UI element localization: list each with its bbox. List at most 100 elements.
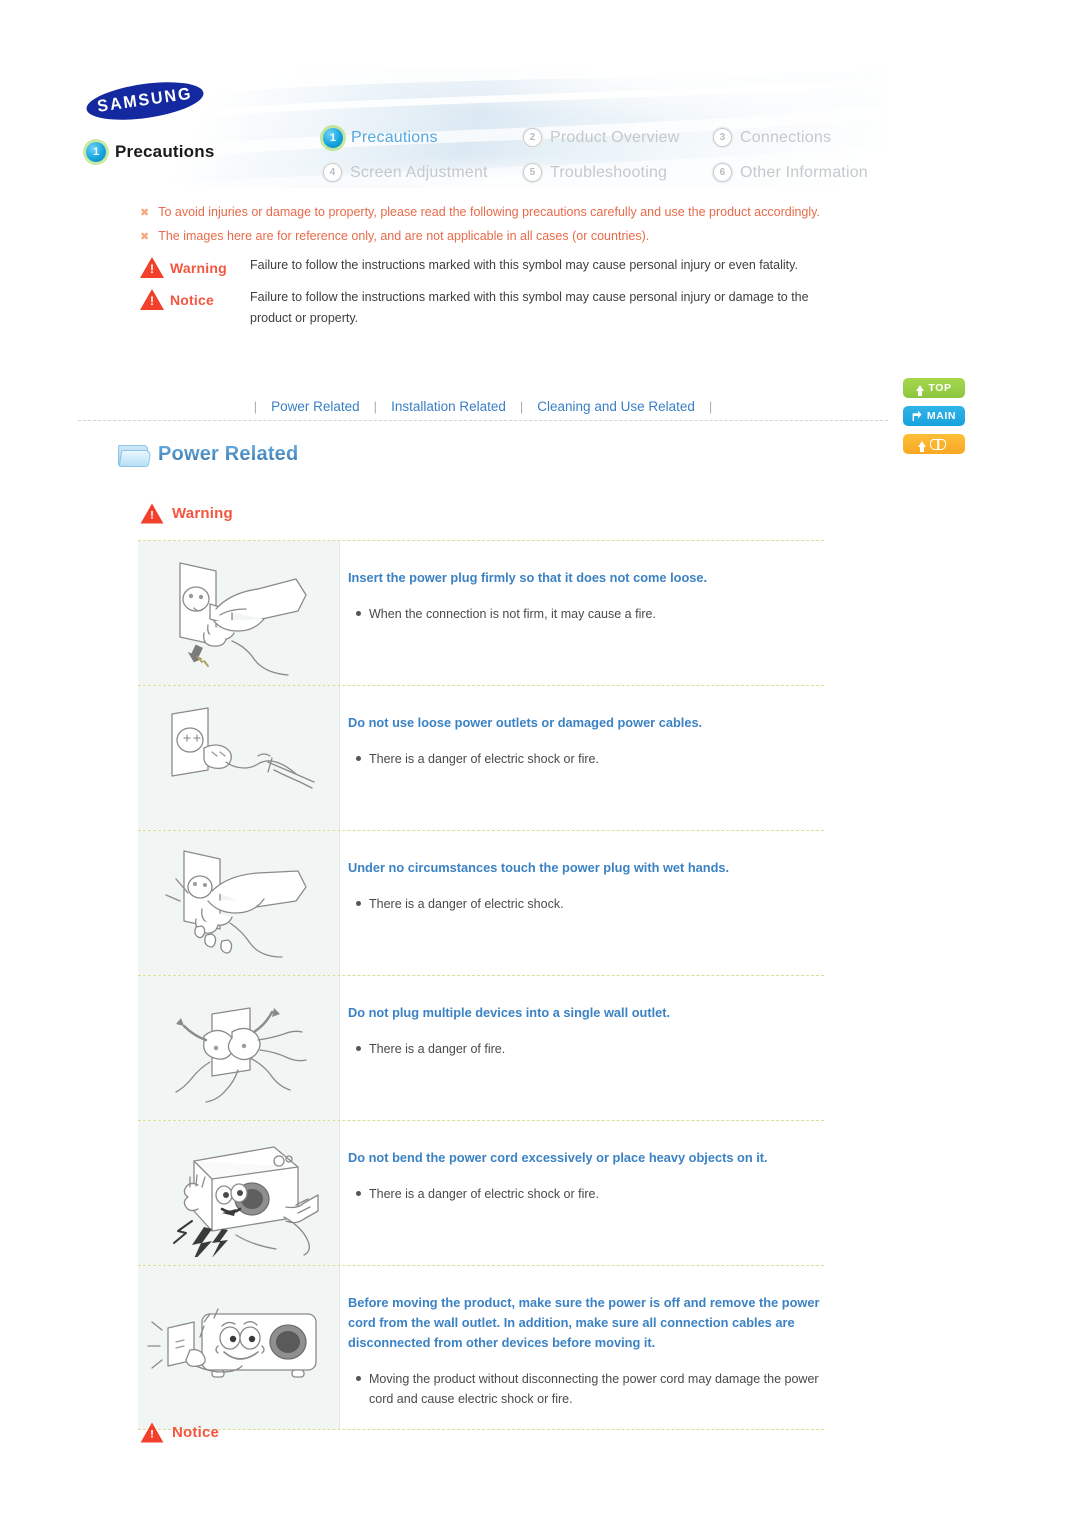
precaution-bullet: There is a danger of electric shock or f… [348,1184,824,1204]
nav-item-connections[interactable]: 3 Connections [713,128,888,147]
breadcrumb: 1 Precautions [86,142,215,162]
page-title: Precautions [115,142,215,161]
section-header-power-related: Power Related [118,443,299,467]
note-mark-icon: ✖ [140,207,150,219]
precaution-image-cell [138,1121,340,1265]
warning-section-label: Warning [172,505,233,522]
precaution-bullet: There is a danger of electric shock or f… [348,749,824,769]
notice-triangle-icon [140,289,164,310]
warning-description: Failure to follow the instructions marke… [250,258,798,272]
main-button-label: MAIN [926,410,957,422]
subnav-link-power-related[interactable]: Power Related [271,399,360,414]
arrow-up-icon [916,385,925,396]
arrow-main-icon [912,410,922,421]
intro-note-2: ✖ The images here are for reference only… [140,227,860,246]
unplug-projector-before-moving-icon [146,1284,331,1412]
notice-description: Failure to follow the instructions marke… [250,290,809,325]
intro-note-2-text: The images here are for reference only, … [158,229,650,243]
warning-section-header: Warning [140,503,233,524]
precaution-bullet-list: Moving the product without disconnecting… [348,1369,824,1409]
precaution-image-cell [138,541,340,685]
precaution-title: Before moving the product, make sure the… [348,1295,820,1350]
index-button[interactable] [903,434,965,454]
precaution-bullet-list: There is a danger of electric shock or f… [348,749,824,769]
warning-triangle-icon [140,503,164,524]
top-button[interactable]: TOP [903,378,965,398]
precaution-text-cell: Do not use loose power outlets or damage… [340,686,824,830]
symbol-legend-notice: Notice Failure to follow the instruction… [140,287,860,329]
multiple-plugs-single-outlet-icon [146,984,331,1112]
note-mark-icon: ✖ [140,231,150,243]
breadcrumb-number-badge: 1 [86,142,106,162]
precaution-title: Do not bend the power cord excessively o… [348,1150,768,1165]
nav-number-badge-4: 4 [323,163,342,182]
subnav-link-installation-related[interactable]: Installation Related [391,399,506,414]
precaution-text-cell: Do not plug multiple devices into a sing… [340,976,824,1120]
table-row: Do not bend the power cord excessively o… [138,1120,824,1265]
precaution-bullet: There is a danger of fire. [348,1039,824,1059]
precaution-bullet-list: When the connection is not firm, it may … [348,604,824,624]
subnav-separator: | [373,398,378,414]
nav-number-badge-6: 6 [713,163,732,182]
precaution-bullet: Moving the product without disconnecting… [348,1369,824,1409]
projector-on-bent-power-cord-icon [146,1129,331,1257]
warning-label: Warning [170,259,227,276]
nav-item-product-overview[interactable]: 2 Product Overview [523,128,713,147]
section-title: Power Related [158,443,299,465]
folder-icon [118,443,152,467]
nav-item-screen-adjustment[interactable]: 4 Screen Adjustment [323,163,523,182]
notice-label: Notice [170,291,214,308]
nav-number-badge-1: 1 [323,127,343,148]
nav-item-other-information[interactable]: 6 Other Information [713,163,888,182]
notice-section-label: Notice [172,1424,220,1441]
arrow-up-icon [918,441,926,452]
top-navigation: 1 Precautions 2 Product Overview 3 Conne… [323,120,888,188]
nav-label-precautions: Precautions [351,128,438,146]
table-row: Do not use loose power outlets or damage… [138,685,824,830]
subnav-divider [78,420,888,422]
precaution-title: Do not use loose power outlets or damage… [348,715,703,730]
warning-triangle-icon [140,257,164,278]
sub-navigation: | Power Related | Installation Related |… [78,396,888,416]
index-book-icon [930,438,946,450]
nav-number-badge-5: 5 [523,163,542,182]
subnav-separator: | [253,398,258,414]
wet-hand-touching-plug-icon [146,839,331,967]
precaution-image-cell [138,686,340,830]
top-button-label: TOP [928,382,952,394]
subnav-link-cleaning-and-use-related[interactable]: Cleaning and Use Related [537,399,695,414]
nav-label-other-information: Other Information [740,163,868,181]
table-row: Do not plug multiple devices into a sing… [138,975,824,1120]
precaution-title: Under no circumstances touch the power p… [348,860,730,875]
nav-label-connections: Connections [740,128,832,146]
main-button[interactable]: MAIN [903,406,965,426]
precaution-image-cell [138,831,340,975]
nav-number-badge-2: 2 [523,128,542,147]
notice-badge: Notice [140,287,238,310]
table-row: Under no circumstances touch the power p… [138,830,824,975]
precaution-title: Do not plug multiple devices into a sing… [348,1005,671,1020]
samsung-logo: SAMSUNG [84,75,206,127]
precaution-bullet-list: There is a danger of electric shock or f… [348,1184,824,1204]
nav-label-product-overview: Product Overview [550,128,680,146]
hand-inserting-plug-into-outlet-icon [146,549,331,677]
precaution-title: Insert the power plug firmly so that it … [348,570,708,585]
table-row: Before moving the product, make sure the… [138,1265,824,1430]
nav-item-troubleshooting[interactable]: 5 Troubleshooting [523,163,713,182]
precaution-text-cell: Insert the power plug firmly so that it … [340,541,824,685]
nav-label-troubleshooting: Troubleshooting [550,163,668,181]
precaution-text-cell: Do not bend the power cord excessively o… [340,1121,824,1265]
precaution-image-cell [138,1266,340,1429]
subnav-separator: | [708,398,713,414]
intro-notes: ✖ To avoid injuries or damage to propert… [140,203,860,329]
intro-note-1: ✖ To avoid injuries or damage to propert… [140,203,860,222]
notice-triangle-icon [140,1422,164,1443]
loose-outlet-damaged-cable-icon [146,694,331,822]
warning-badge: Warning [140,255,238,278]
nav-item-precautions[interactable]: 1 Precautions [323,127,523,148]
precaution-text-cell: Under no circumstances touch the power p… [340,831,824,975]
side-navigation-buttons: TOP MAIN [903,378,965,454]
precaution-bullet: There is a danger of electric shock. [348,894,824,914]
subnav-separator: | [519,398,524,414]
precaution-bullet: When the connection is not firm, it may … [348,604,824,624]
